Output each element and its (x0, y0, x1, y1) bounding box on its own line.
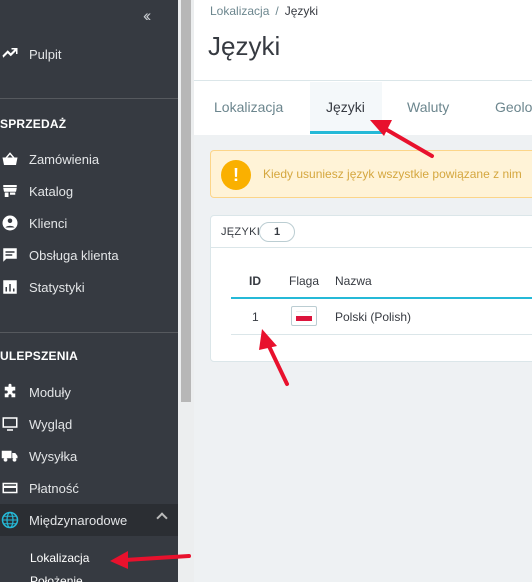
sidebar-item-support[interactable]: Obsługa klienta (0, 239, 178, 271)
sidebar-subitem-localization[interactable]: Lokalizacja (30, 551, 89, 565)
table-header-underline (231, 297, 532, 299)
sidebar-item-label: Wygląd (29, 416, 73, 432)
puzzle-icon (0, 382, 20, 402)
sidebar-item-pulpit[interactable]: Pulpit (0, 38, 178, 70)
column-header-id[interactable]: ID (249, 274, 261, 288)
count-badge: 1 (259, 222, 295, 242)
monitor-icon (0, 414, 20, 434)
row-id: 1 (252, 310, 259, 324)
store-icon (0, 181, 20, 201)
chat-icon (0, 245, 20, 265)
tab-active-indicator (310, 131, 382, 134)
page-header: Lokalizacja / Języki Języki Lokalizacja Ję… (194, 0, 532, 135)
alert-text: Kiedy usuniesz język wszystkie powiązane… (263, 167, 522, 181)
breadcrumb-current: Języki (284, 4, 319, 18)
truck-icon (0, 446, 20, 466)
column-header-flag[interactable]: Flaga (289, 274, 319, 288)
basket-icon (0, 149, 20, 169)
section-title-sales: SPRZEDAŻ (0, 117, 67, 131)
row-name[interactable]: Polski (Polish) (335, 310, 411, 324)
sidebar-item-stats[interactable]: Statystyki (0, 271, 178, 303)
sidebar-item-label: Płatność (29, 480, 79, 496)
chevron-up-icon (156, 512, 168, 524)
account-icon (0, 213, 20, 233)
breadcrumb-separator: / (275, 4, 279, 18)
page-title: Języki (208, 31, 281, 61)
sidebar-item-design[interactable]: Wygląd (0, 408, 178, 440)
sidebar-item-label: Obsługa klienta (29, 247, 119, 263)
sidebar-item-label: Statystyki (29, 279, 85, 295)
sidebar-item-customers[interactable]: Klienci (0, 207, 178, 239)
tab-localization[interactable]: Lokalizacja (214, 99, 283, 115)
sidebar-item-label: Międzynarodowe (29, 512, 128, 528)
bar-chart-icon (0, 277, 20, 297)
breadcrumb-link[interactable]: Lokalizacja (210, 4, 269, 18)
column-header-name[interactable]: Nazwa (335, 274, 372, 288)
sidebar-scrollbar-thumb[interactable] (181, 0, 191, 402)
tab-languages[interactable]: Języki (326, 99, 365, 115)
card-title: JĘZYKI (221, 226, 261, 238)
sidebar-item-label: Klienci (29, 215, 68, 231)
sidebar-item-label: Pulpit (29, 46, 62, 62)
warning-alert: ! Kiedy usuniesz język wszystkie powiąza… (210, 150, 532, 198)
section-title-improve: ULEPSZENIA (0, 349, 79, 363)
card-header: JĘZYKI 1 (211, 216, 532, 248)
breadcrumb: Lokalizacja / Języki (210, 4, 318, 18)
languages-card: JĘZYKI 1 ID Flaga Nazwa 1 Polski (Polish… (210, 215, 532, 362)
sidebar-divider (0, 332, 178, 333)
sidebar-item-label: Zamówienia (29, 151, 100, 167)
sidebar-item-catalog[interactable]: Katalog (0, 175, 178, 207)
table-row-divider (231, 334, 532, 335)
warning-icon: ! (221, 160, 251, 190)
card-icon (0, 478, 20, 498)
sidebar-item-international[interactable]: Międzynarodowe (0, 504, 178, 536)
header-divider (194, 80, 532, 81)
sidebar-item-modules[interactable]: Moduły (0, 376, 178, 408)
sidebar-item-shipping[interactable]: Wysyłka (0, 440, 178, 472)
trending-up-icon (0, 44, 20, 64)
main-content: Lokalizacja / Języki Języki Lokalizacja Ję… (194, 0, 532, 582)
tab-currencies[interactable]: Waluty (407, 99, 449, 115)
sidebar-item-label: Moduły (29, 384, 71, 400)
sidebar-subitem-locations[interactable]: Położenie (30, 574, 83, 582)
sidebar-item-payment[interactable]: Płatność (0, 472, 178, 504)
sidebar: ‹‹ Pulpit SPRZEDAŻ Zamówienia Katalog Kl… (0, 0, 178, 582)
globe-icon (0, 510, 20, 530)
sidebar-divider (0, 98, 178, 99)
sidebar-item-orders[interactable]: Zamówienia (0, 143, 178, 175)
tab-geolocation[interactable]: Geolo (495, 99, 532, 115)
pl-flag-icon (291, 306, 317, 326)
sidebar-item-label: Katalog (29, 183, 74, 199)
collapse-sidebar-icon[interactable]: ‹‹ (143, 6, 152, 26)
sidebar-item-label: Wysyłka (29, 448, 78, 464)
